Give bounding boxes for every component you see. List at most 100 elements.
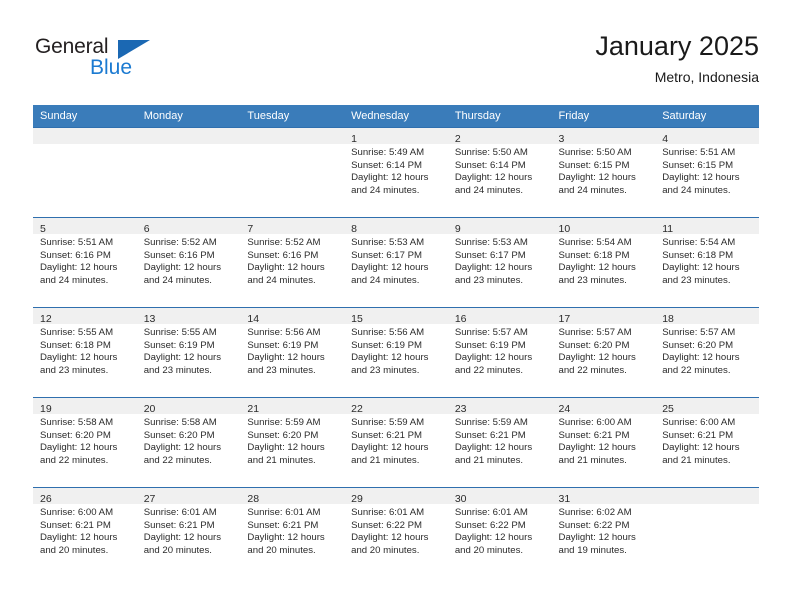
weekday-header-thursday: Thursday — [447, 105, 552, 128]
daylight-duration-line1: Daylight: 12 hours — [40, 262, 118, 274]
daylight-duration-line1: Daylight: 12 hours — [558, 262, 636, 274]
sunrise-time: Sunrise: 5:52 AM — [247, 237, 321, 248]
calendar-day-cell[interactable]: 8 Sunrise: 5:53 AM Sunset: 6:17 PM Daylight… — [344, 217, 448, 308]
day-number-band: 24 — [551, 398, 656, 415]
calendar-day-cell[interactable]: 7 Sunrise: 5:52 AM Sunset: 6:16 PM Daylight… — [240, 217, 345, 308]
sunrise-time: Sunrise: 6:01 AM — [454, 507, 528, 518]
day-cell-inner: 7 Sunrise: 5:52 AM Sunset: 6:16 PM Daylight… — [240, 218, 345, 307]
calendar-day-cell[interactable]: 17 Sunrise: 5:57 AM Sunset: 6:20 PM Dayligh… — [551, 307, 656, 398]
calendar-day-cell[interactable]: 13 Sunrise: 5:55 AM Sunset: 6:19 PM Dayligh… — [136, 307, 241, 398]
day-number-band: 22 — [344, 398, 448, 415]
day-number-band: 29 — [344, 488, 448, 505]
day-cell-inner: 22 Sunrise: 5:59 AM Sunset: 6:21 PM Dayligh… — [344, 398, 448, 487]
calendar-day-cell[interactable]: 26 Sunrise: 6:00 AM Sunset: 6:21 PM Dayligh… — [33, 487, 137, 578]
calendar-day-cell[interactable]: 5 Sunrise: 5:51 AM Sunset: 6:16 PM Daylight… — [33, 217, 137, 308]
day-cell-details: Sunrise: 5:50 AM Sunset: 6:14 PM Daylight:… — [448, 144, 552, 197]
day-cell-details: Sunrise: 5:54 AM Sunset: 6:18 PM Daylight:… — [655, 234, 759, 287]
calendar-day-cell[interactable]: 3 Sunrise: 5:50 AM Sunset: 6:15 PM Daylight… — [551, 127, 656, 218]
day-cell-inner: 16 Sunrise: 5:57 AM Sunset: 6:19 PM Dayligh… — [447, 308, 552, 397]
day-number-band: 26 — [33, 488, 137, 505]
day-number-band: 8 — [344, 218, 448, 235]
calendar-day-cell[interactable]: 31 Sunrise: 6:02 AM Sunset: 6:22 PM Dayligh… — [551, 487, 656, 578]
day-cell-inner — [655, 488, 759, 578]
day-cell-inner: 29 Sunrise: 6:01 AM Sunset: 6:22 PM Dayligh… — [344, 488, 448, 578]
day-number-band: 31 — [551, 488, 656, 505]
day-cell-inner: 25 Sunrise: 6:00 AM Sunset: 6:21 PM Dayligh… — [655, 398, 759, 487]
sunset-time: Sunset: 6:14 PM — [351, 159, 423, 171]
general-blue-logo[interactable]: General Blue — [33, 34, 233, 92]
calendar-day-cell[interactable]: 16 Sunrise: 5:57 AM Sunset: 6:19 PM Dayligh… — [447, 307, 552, 398]
weekday-header-saturday: Saturday — [655, 105, 759, 128]
sunrise-time: Sunrise: 5:50 AM — [558, 147, 632, 158]
calendar-week-row: 5 Sunrise: 5:51 AM Sunset: 6:16 PM Daylight… — [33, 217, 759, 308]
daylight-duration-line2: and 23 minutes. — [662, 274, 731, 286]
calendar-day-cell[interactable]: 21 Sunrise: 5:59 AM Sunset: 6:20 PM Dayligh… — [240, 397, 345, 488]
calendar-day-cell[interactable]: 14 Sunrise: 5:56 AM Sunset: 6:19 PM Dayligh… — [240, 307, 345, 398]
day-cell-details: Sunrise: 5:58 AM Sunset: 6:20 PM Daylight:… — [33, 414, 137, 467]
calendar-day-cell[interactable]: 23 Sunrise: 5:59 AM Sunset: 6:21 PM Dayligh… — [447, 397, 552, 488]
calendar-day-cell[interactable]: 11 Sunrise: 5:54 AM Sunset: 6:18 PM Dayligh… — [655, 217, 759, 308]
calendar-day-cell[interactable]: 15 Sunrise: 5:56 AM Sunset: 6:19 PM Dayligh… — [344, 307, 448, 398]
calendar-day-cell[interactable]: 20 Sunrise: 5:58 AM Sunset: 6:20 PM Dayligh… — [136, 397, 241, 488]
day-number-band: 4 — [655, 128, 759, 145]
calendar-day-cell[interactable]: 28 Sunrise: 6:01 AM Sunset: 6:21 PM Dayligh… — [240, 487, 345, 578]
daylight-duration-line1: Daylight: 12 hours — [247, 262, 325, 274]
daylight-duration-line2: and 22 minutes. — [558, 364, 627, 376]
day-cell-details: Sunrise: 6:01 AM Sunset: 6:22 PM Daylight:… — [344, 504, 448, 557]
calendar-day-cell[interactable]: 19 Sunrise: 5:58 AM Sunset: 6:20 PM Dayligh… — [33, 397, 137, 488]
day-cell-details: Sunrise: 5:55 AM Sunset: 6:19 PM Daylight:… — [137, 324, 241, 377]
sunset-time: Sunset: 6:16 PM — [40, 249, 111, 261]
day-cell-details: Sunrise: 5:53 AM Sunset: 6:17 PM Daylight:… — [344, 234, 448, 287]
day-cell-details: Sunrise: 5:52 AM Sunset: 6:16 PM Daylight:… — [240, 234, 344, 287]
daylight-duration-line2: and 23 minutes. — [558, 274, 627, 286]
day-number-band: 27 — [136, 488, 241, 505]
day-cell-inner: 6 Sunrise: 5:52 AM Sunset: 6:16 PM Daylight… — [136, 218, 241, 307]
calendar-day-cell[interactable]: 1 Sunrise: 5:49 AM Sunset: 6:14 PM Daylight… — [344, 127, 448, 218]
day-number: 3 — [558, 133, 565, 145]
calendar-day-cell[interactable]: 10 Sunrise: 5:54 AM Sunset: 6:18 PM Dayligh… — [551, 217, 656, 308]
daylight-duration-line2: and 20 minutes. — [40, 544, 109, 556]
calendar-day-cell[interactable]: 4 Sunrise: 5:51 AM Sunset: 6:15 PM Daylight… — [655, 127, 759, 218]
daylight-duration-line2: and 24 minutes. — [351, 184, 420, 196]
calendar-day-cell[interactable]: 9 Sunrise: 5:53 AM Sunset: 6:17 PM Daylight… — [447, 217, 552, 308]
daylight-duration-line2: and 20 minutes. — [454, 544, 524, 556]
calendar-day-cell[interactable]: 18 Sunrise: 5:57 AM Sunset: 6:20 PM Dayligh… — [655, 307, 759, 398]
day-number: 5 — [40, 223, 46, 235]
sunrise-time: Sunrise: 5:59 AM — [454, 417, 528, 428]
calendar-day-cell[interactable]: 2 Sunrise: 5:50 AM Sunset: 6:14 PM Daylight… — [447, 127, 552, 218]
sunset-time: Sunset: 6:20 PM — [247, 429, 319, 441]
calendar-day-cell[interactable]: 30 Sunrise: 6:01 AM Sunset: 6:22 PM Dayligh… — [447, 487, 552, 578]
day-number-band: 28 — [240, 488, 345, 505]
day-cell-inner — [240, 128, 345, 217]
day-number-band: 17 — [551, 308, 656, 325]
day-cell-details: Sunrise: 5:55 AM Sunset: 6:18 PM Daylight:… — [33, 324, 137, 377]
daylight-duration-line1: Daylight: 12 hours — [662, 442, 740, 454]
calendar-day-cell[interactable]: 25 Sunrise: 6:00 AM Sunset: 6:21 PM Dayligh… — [655, 397, 759, 488]
sunset-time: Sunset: 6:16 PM — [143, 249, 215, 261]
calendar-day-cell[interactable]: 29 Sunrise: 6:01 AM Sunset: 6:22 PM Dayligh… — [344, 487, 448, 578]
calendar-day-cell[interactable]: 24 Sunrise: 6:00 AM Sunset: 6:21 PM Dayligh… — [551, 397, 656, 488]
day-cell-inner: 26 Sunrise: 6:00 AM Sunset: 6:21 PM Dayligh… — [33, 488, 137, 578]
day-cell-inner: 20 Sunrise: 5:58 AM Sunset: 6:20 PM Dayligh… — [136, 398, 241, 487]
calendar-day-cell[interactable]: 12 Sunrise: 5:55 AM Sunset: 6:18 PM Dayligh… — [33, 307, 137, 398]
calendar-day-cell[interactable]: 22 Sunrise: 5:59 AM Sunset: 6:21 PM Dayligh… — [344, 397, 448, 488]
day-cell-details: Sunrise: 5:57 AM Sunset: 6:19 PM Daylight:… — [448, 324, 552, 377]
daylight-duration-line1: Daylight: 12 hours — [143, 262, 222, 274]
logo-text-blue: Blue — [90, 56, 133, 79]
day-number: 18 — [662, 313, 674, 325]
page-header: General Blue January 2025 Metro, Indones… — [33, 30, 759, 92]
daylight-duration-line2: and 24 minutes. — [143, 274, 212, 286]
calendar-day-cell[interactable]: 6 Sunrise: 5:52 AM Sunset: 6:16 PM Daylight… — [136, 217, 241, 308]
sunrise-time: Sunrise: 5:57 AM — [454, 327, 528, 338]
day-cell-inner: 14 Sunrise: 5:56 AM Sunset: 6:19 PM Dayligh… — [240, 308, 345, 397]
calendar-day-cell[interactable]: 27 Sunrise: 6:01 AM Sunset: 6:21 PM Dayligh… — [136, 487, 241, 578]
daylight-duration-line2: and 23 minutes. — [143, 364, 212, 376]
day-cell-inner: 21 Sunrise: 5:59 AM Sunset: 6:20 PM Dayligh… — [240, 398, 345, 487]
sunset-time: Sunset: 6:18 PM — [40, 339, 111, 351]
day-number: 14 — [247, 313, 260, 325]
calendar-week-row: 19 Sunrise: 5:58 AM Sunset: 6:20 PM Dayligh… — [33, 397, 759, 488]
day-number: 15 — [351, 313, 363, 325]
day-cell-details: Sunrise: 5:57 AM Sunset: 6:20 PM Daylight:… — [655, 324, 759, 377]
day-cell-inner: 5 Sunrise: 5:51 AM Sunset: 6:16 PM Daylight… — [33, 218, 137, 307]
day-number: 23 — [454, 403, 467, 415]
